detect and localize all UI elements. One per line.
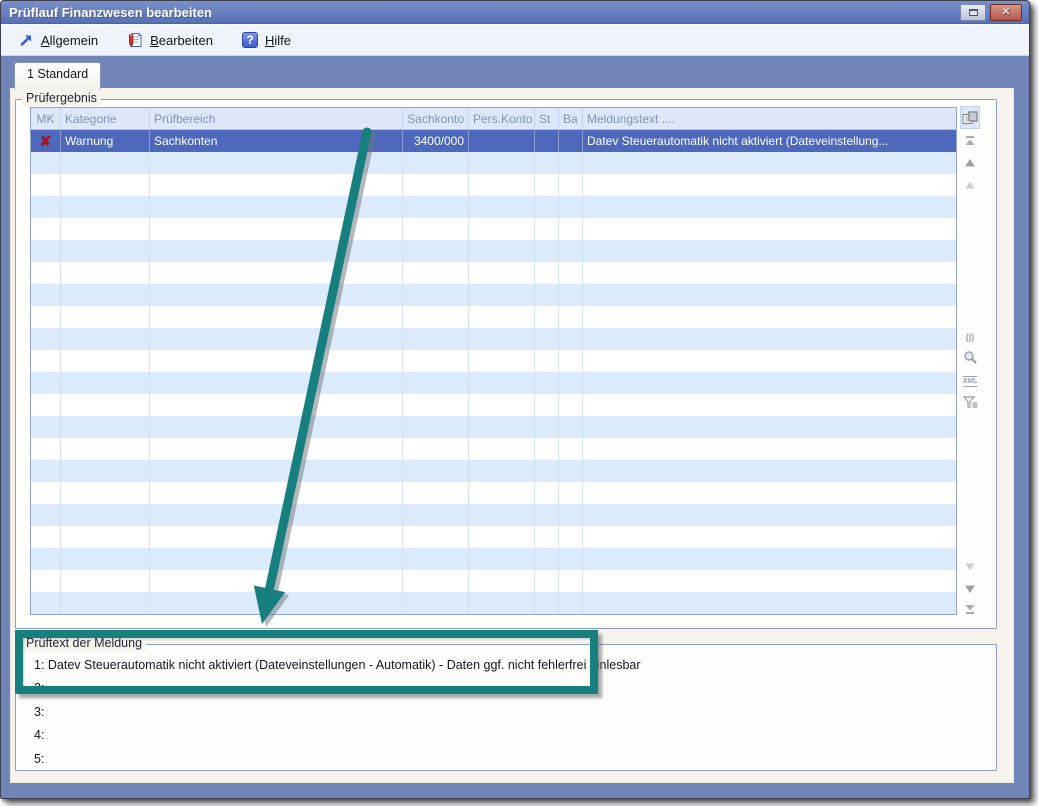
copy-icon	[962, 111, 978, 125]
column-header-perskonto[interactable]: Pers.Konto	[469, 108, 535, 129]
table-header-row: MK Kategorie Prüfbereich Sachkonto Pers.…	[31, 108, 956, 130]
pruftext-line: 2:	[34, 677, 996, 701]
toolbar-label: Allgemein	[41, 33, 98, 48]
groupbox-pruftext: Prüftext der Meldung 1: Datev Steuerauto…	[15, 644, 997, 771]
close-icon: ✕	[1001, 7, 1010, 18]
table-row[interactable]	[31, 196, 956, 218]
restore-icon	[969, 9, 978, 16]
column-header-sachkonto[interactable]: Sachkonto	[403, 108, 469, 129]
column-header-mk[interactable]: MK	[31, 108, 61, 129]
table-row[interactable]	[31, 416, 956, 438]
table-row[interactable]	[31, 570, 956, 592]
column-header-ba[interactable]: Ba	[559, 108, 583, 129]
pruftext-lines: 1: Datev Steuerautomatik nicht aktiviert…	[16, 653, 996, 771]
cell-sachkonto: 3400/000	[403, 130, 469, 152]
toolbar-button-allgemein[interactable]: Allgemein	[11, 27, 109, 53]
copy-button[interactable]	[960, 106, 980, 129]
table-row[interactable]	[31, 504, 956, 526]
dialog-window: Prüflauf Finanzwesen bearbeiten ✕ Allgem…	[0, 0, 1030, 799]
search-button[interactable]	[960, 348, 980, 366]
groupbox-legend: Prüfergebnis	[22, 91, 101, 106]
parentheses-icon: (|)	[966, 332, 975, 342]
restore-button[interactable]	[960, 4, 986, 21]
scroll-down-icon	[963, 583, 977, 595]
scroll-up-page-button[interactable]	[960, 176, 980, 194]
scroll-down-button[interactable]	[960, 580, 980, 598]
edit-document-icon	[127, 32, 143, 48]
pruftext-line: 5:	[34, 747, 996, 771]
pruftext-line: 4:	[34, 724, 996, 748]
cell-perskonto	[469, 130, 535, 152]
table-row[interactable]	[31, 372, 956, 394]
table-side-toolbar: (|) XML	[959, 107, 981, 619]
scroll-up-alt-icon	[963, 179, 977, 191]
table-row[interactable]	[31, 152, 956, 174]
filter-button[interactable]	[960, 393, 980, 411]
search-icon	[963, 350, 978, 365]
column-header-meldungstext[interactable]: Meldungstext ....	[583, 108, 956, 129]
cell-kategorie: Warnung	[61, 130, 150, 152]
cell-ba	[559, 130, 583, 152]
toolbar-label: Hilfe	[265, 33, 291, 48]
xml-export-button[interactable]: XML	[960, 372, 980, 390]
table-row-selected[interactable]: ✘ Warnung Sachkonten 3400/000 Datev Steu…	[31, 130, 956, 152]
table-row[interactable]	[31, 548, 956, 570]
table-row[interactable]	[31, 262, 956, 284]
window-title: Prüflauf Finanzwesen bearbeiten	[9, 5, 212, 20]
table-row[interactable]	[31, 482, 956, 504]
table-row[interactable]	[31, 328, 956, 350]
results-table: MK Kategorie Prüfbereich Sachkonto Pers.…	[30, 107, 957, 615]
table-row[interactable]	[31, 592, 956, 614]
table-row[interactable]	[31, 460, 956, 482]
tab-panel: Prüfergebnis MK Kategorie Prüfbereich Sa…	[10, 88, 1014, 783]
table-row[interactable]	[31, 394, 956, 416]
table-row[interactable]	[31, 438, 956, 460]
cell-prufbereich: Sachkonten	[150, 130, 403, 152]
scroll-down-alt-icon	[963, 561, 977, 573]
scroll-up-button[interactable]	[960, 154, 980, 172]
toolbar-separator	[229, 28, 230, 52]
window-controls: ✕	[960, 4, 1022, 21]
cell-meldungstext: Datev Steuerautomatik nicht aktiviert (D…	[583, 130, 956, 152]
scroll-bottom-icon	[963, 603, 977, 615]
toolbar-button-bearbeiten[interactable]: Bearbeiten	[120, 27, 224, 53]
help-icon: ?	[242, 32, 258, 48]
toolbar-label: Bearbeiten	[150, 33, 213, 48]
scroll-top-icon	[963, 135, 977, 147]
screen: Prüflauf Finanzwesen bearbeiten ✕ Allgem…	[0, 0, 1038, 806]
toolbar-button-hilfe[interactable]: ? Hilfe	[235, 27, 302, 53]
column-header-st[interactable]: St	[535, 108, 559, 129]
column-header-prufbereich[interactable]: Prüfbereich	[150, 108, 403, 129]
xml-icon: XML	[963, 376, 978, 387]
pruftext-line: 1: Datev Steuerautomatik nicht aktiviert…	[34, 653, 996, 677]
table-row[interactable]	[31, 174, 956, 196]
arrow-up-right-icon	[18, 32, 34, 48]
table-row[interactable]	[31, 526, 956, 548]
tab-standard[interactable]: 1 Standard	[14, 62, 101, 89]
scroll-bottom-button[interactable]	[960, 600, 980, 618]
groupbox-legend: Prüftext der Meldung	[22, 636, 146, 651]
table-row[interactable]	[31, 284, 956, 306]
toolbar-separator	[114, 28, 115, 52]
toolbar: Allgemein Bearbeiten ? Hilfe	[1, 24, 1029, 56]
close-button[interactable]: ✕	[990, 4, 1022, 21]
filter-icon	[963, 395, 978, 409]
table-row[interactable]	[31, 350, 956, 372]
scroll-up-icon	[963, 157, 977, 169]
scroll-down-page-button[interactable]	[960, 558, 980, 576]
titlebar: Prüflauf Finanzwesen bearbeiten ✕	[1, 1, 1029, 24]
scroll-top-button[interactable]	[960, 132, 980, 150]
dialog-body: 1 Standard Prüfergebnis MK Kategorie Prü…	[1, 56, 1029, 798]
groupbox-prufergebnis: Prüfergebnis MK Kategorie Prüfbereich Sa…	[15, 99, 997, 629]
table-row[interactable]	[31, 240, 956, 262]
cell-st	[535, 130, 559, 152]
column-header-kategorie[interactable]: Kategorie	[61, 108, 150, 129]
format-button[interactable]: (|)	[960, 328, 980, 346]
table-row[interactable]	[31, 306, 956, 328]
pruftext-line: 3:	[34, 700, 996, 724]
warning-x-icon: ✘	[40, 133, 52, 150]
table-body: ✘ Warnung Sachkonten 3400/000 Datev Steu…	[31, 130, 956, 614]
table-row[interactable]	[31, 218, 956, 240]
